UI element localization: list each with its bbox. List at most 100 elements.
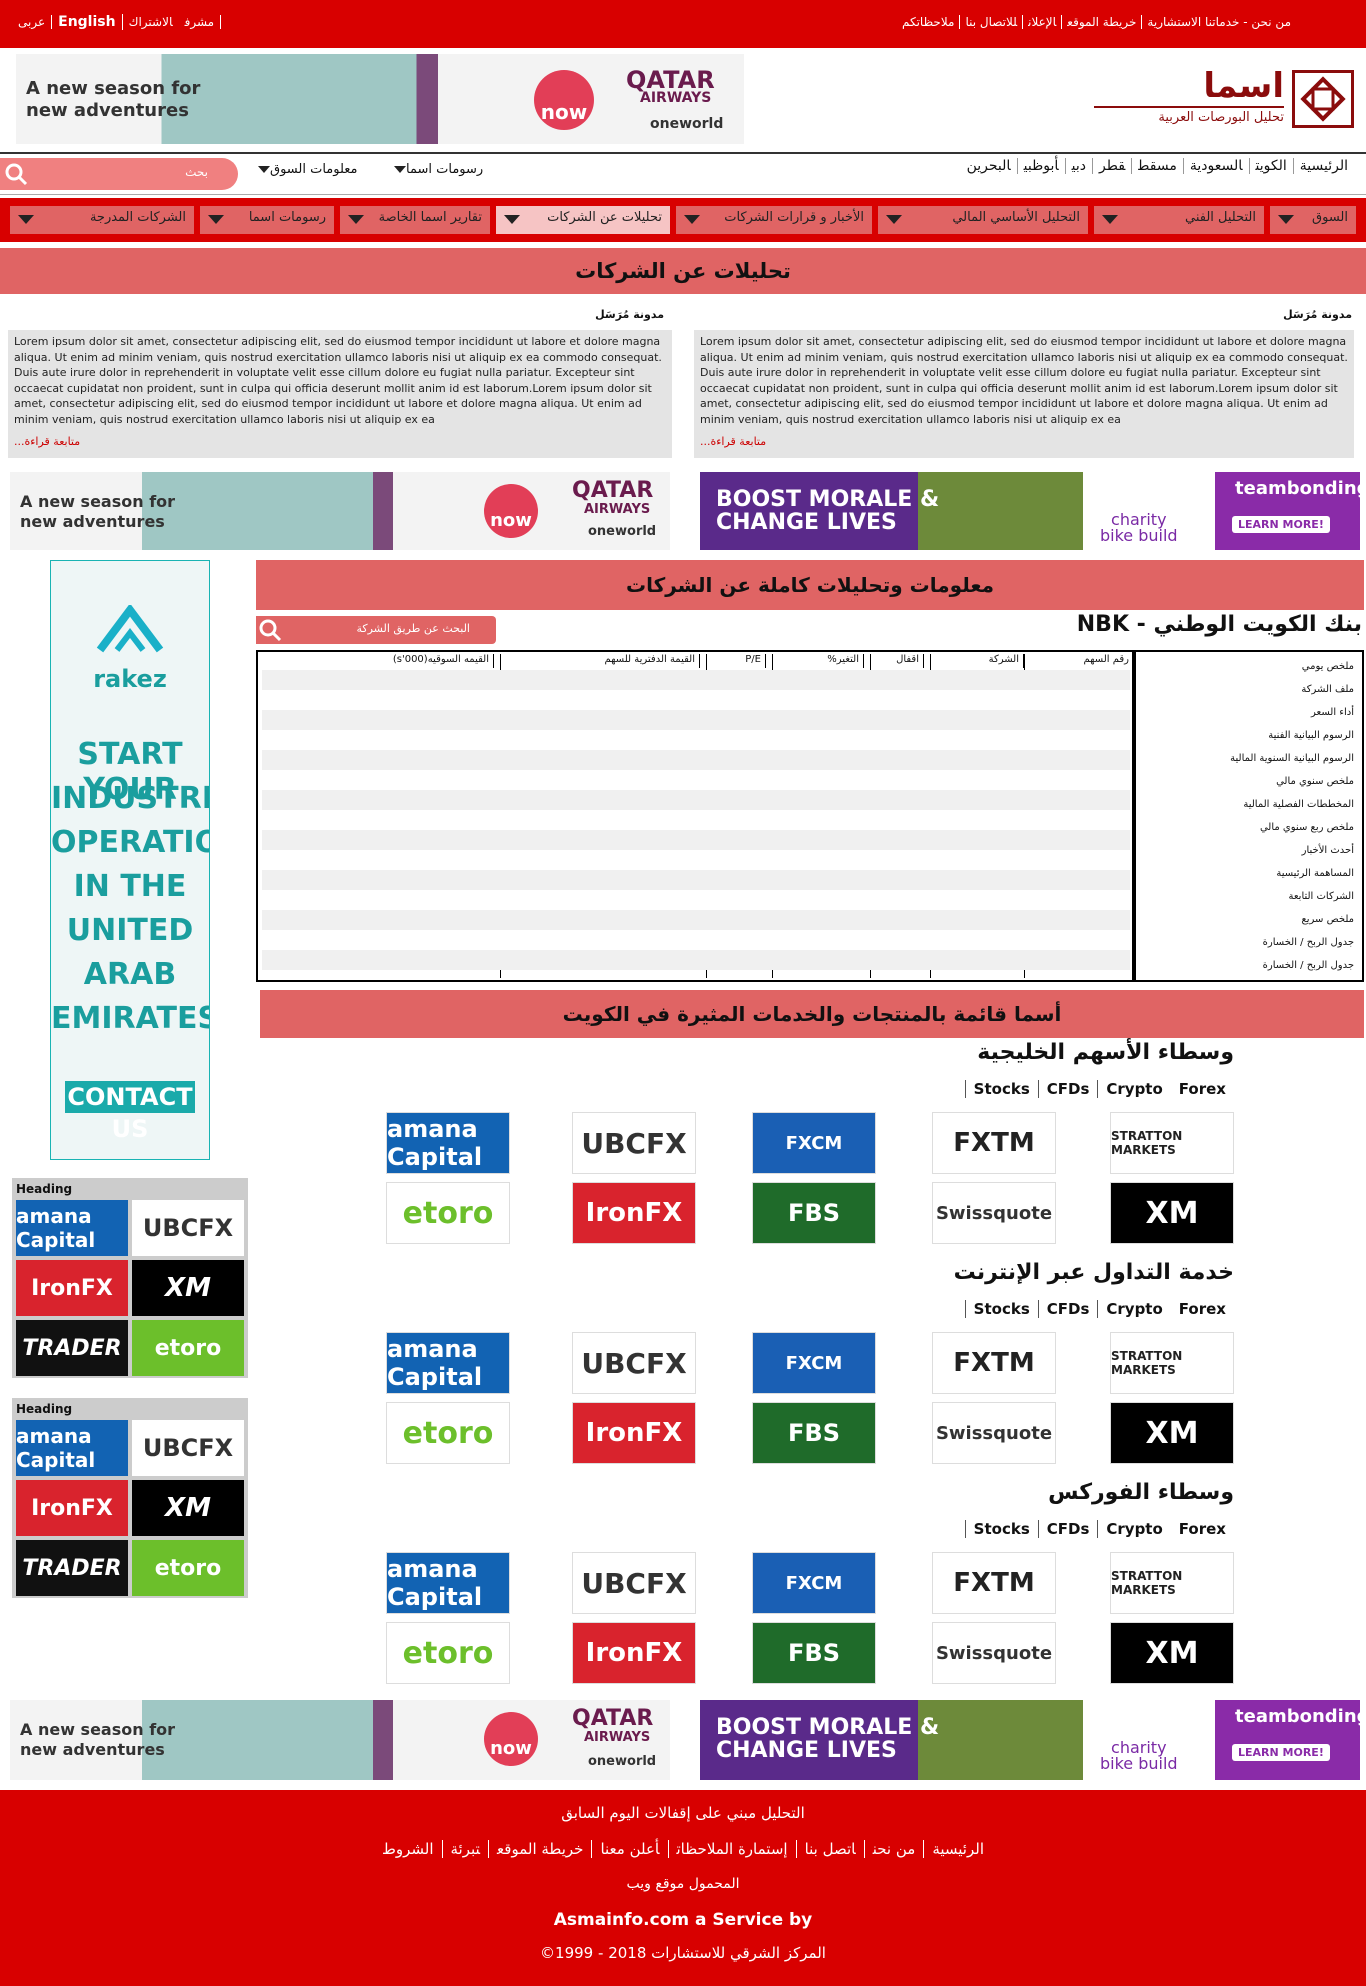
broker-logo-etoro[interactable]: etoro: [132, 1320, 244, 1376]
side-menu-item-annual-summary[interactable]: ملخص سنوي مالي: [1134, 773, 1354, 796]
company-search-input[interactable]: البحث عن طريق الشركة: [256, 616, 496, 644]
broker-logo-ironfx[interactable]: IronFX: [572, 1182, 696, 1244]
side-menu-item-tech-charts[interactable]: الرسوم البيانية الفنية: [1134, 727, 1354, 750]
logo-title[interactable]: اسما: [1203, 66, 1284, 106]
footer-link-disclaimer[interactable]: تبرئة: [441, 1840, 489, 1858]
qatar-airways-ad-top[interactable]: A new season for new adventures now QATA…: [16, 54, 744, 144]
broker-logo-ubcfx[interactable]: UBCFX: [572, 1552, 696, 1614]
broker-logo-stratton-markets[interactable]: STRATTON MARKETS: [1110, 1552, 1234, 1614]
broker-logo-amana[interactable]: amana Capital: [16, 1200, 128, 1256]
broker-logo-etoro[interactable]: etoro: [386, 1402, 510, 1464]
top-link-sitemap[interactable]: خريطة الموقع: [1061, 15, 1142, 29]
rakez-ad[interactable]: rakez START YOUR INDUSTRIAL OPERATIONS I…: [50, 560, 210, 1160]
broker-tab-crypto[interactable]: Crypto: [1097, 1520, 1171, 1538]
broker-logo-xm[interactable]: XM: [132, 1260, 244, 1316]
side-menu-item-quarter-summary[interactable]: ملخص ربع سنوي مالي: [1134, 819, 1354, 842]
country-nav-home[interactable]: الرئيسية: [1292, 158, 1354, 174]
side-menu-item-shareholders[interactable]: المساهمة الرئيسية: [1134, 865, 1354, 888]
lang-arabic-link[interactable]: عربى: [12, 15, 53, 29]
broker-logo-ironfx[interactable]: IronFX: [572, 1622, 696, 1684]
admin-link[interactable]: مشرف: [178, 15, 222, 29]
broker-logo-ironfx[interactable]: IronFX: [16, 1260, 128, 1316]
read-more-link[interactable]: متابعة قراءة...: [14, 434, 666, 450]
broker-tab-cfds[interactable]: CFDs: [1037, 1520, 1098, 1538]
broker-logo-fbs[interactable]: FBS: [752, 1182, 876, 1244]
top-link-feedback[interactable]: ملاحظاتكم: [897, 15, 959, 29]
broker-tab-crypto[interactable]: Crypto: [1097, 1300, 1171, 1318]
broker-logo-amana-capital[interactable]: amana Capital: [386, 1552, 510, 1614]
broker-logo-amana-capital[interactable]: amana Capital: [386, 1332, 510, 1394]
broker-logo-fxcm[interactable]: FXCM: [752, 1552, 876, 1614]
country-nav-dubai[interactable]: دبي: [1064, 158, 1092, 174]
footer-link-feedback[interactable]: إستمارة الملاحظات: [667, 1840, 796, 1858]
broker-logo-ubcfx[interactable]: UBCFX: [132, 1200, 244, 1256]
side-menu-item-daily[interactable]: ملخص يومي: [1134, 658, 1354, 681]
broker-tab-stocks[interactable]: Stocks: [964, 1080, 1038, 1098]
search-icon[interactable]: [4, 162, 28, 186]
search-input[interactable]: بحث: [0, 158, 238, 190]
broker-logo-fxtm[interactable]: FXTM: [932, 1112, 1056, 1174]
logo-icon[interactable]: [1292, 70, 1354, 128]
menu-item-asma-charts[interactable]: رسومات اسما: [200, 206, 334, 234]
side-menu-item-quick[interactable]: ملخص سريع: [1134, 911, 1354, 934]
broker-logo-fbs[interactable]: FBS: [752, 1402, 876, 1464]
learn-more-button[interactable]: LEARN MORE!: [1232, 516, 1330, 533]
learn-more-button[interactable]: LEARN MORE!: [1232, 1744, 1330, 1761]
broker-logo-etoro[interactable]: etoro: [132, 1540, 244, 1596]
broker-tab-crypto[interactable]: Crypto: [1097, 1080, 1171, 1098]
broker-logo-fxcm[interactable]: FXCM: [752, 1332, 876, 1394]
broker-logo-swissquote[interactable]: Swissquote: [932, 1402, 1056, 1464]
top-link-contact[interactable]: للاتصال بنا: [959, 15, 1023, 29]
broker-logo-fxcm[interactable]: FXCM: [752, 1112, 876, 1174]
qatar-airways-ad-bottom[interactable]: A new season for new adventures now QATA…: [10, 1700, 670, 1780]
asma-charts-dropdown[interactable]: رسومات اسما: [386, 162, 483, 177]
country-nav-kuwait[interactable]: الكويت: [1248, 158, 1293, 174]
side-menu-item-profile[interactable]: ملف الشركة: [1134, 681, 1354, 704]
footer-link-terms[interactable]: الشروط: [374, 1840, 442, 1858]
subscribe-link[interactable]: الاشتراك: [123, 15, 179, 29]
broker-tab-cfds[interactable]: CFDs: [1037, 1300, 1098, 1318]
menu-item-market[interactable]: السوق: [1270, 206, 1356, 234]
broker-tab-forex[interactable]: Forex: [1171, 1520, 1234, 1538]
side-menu-item-subsidiaries[interactable]: الشركات التابعة: [1134, 888, 1354, 911]
teambonding-ad[interactable]: BOOST MORALE & CHANGE LIVES charity bike b…: [700, 472, 1360, 550]
broker-logo-amana-capital[interactable]: amana Capital: [386, 1112, 510, 1174]
footer-link-home[interactable]: الرئيسية: [923, 1840, 992, 1858]
side-menu-item-pl-1[interactable]: جدول الربح / الخسارة: [1134, 934, 1354, 957]
menu-item-news[interactable]: الأخبار و قرارات الشركات: [676, 206, 872, 234]
top-link-advertise[interactable]: الإعلان: [1022, 15, 1062, 29]
side-menu-item-annual-charts[interactable]: الرسوم البيانية السنوية المالية: [1134, 750, 1354, 773]
broker-logo-fbs[interactable]: FBS: [752, 1622, 876, 1684]
broker-logo-xm[interactable]: XM: [1110, 1402, 1234, 1464]
blog-title-left[interactable]: مدونة مُرَسَل: [595, 308, 664, 321]
search-icon[interactable]: [258, 618, 282, 642]
broker-logo-amana[interactable]: amana Capital: [16, 1420, 128, 1476]
menu-item-asma-reports[interactable]: تقارير اسما الخاصة: [340, 206, 490, 234]
footer-link-about[interactable]: من نحن: [863, 1840, 924, 1858]
side-menu-item-quarter-charts[interactable]: المخططات الفصلية المالية: [1134, 796, 1354, 819]
broker-logo-xm[interactable]: XM: [132, 1480, 244, 1536]
broker-logo-swissquote[interactable]: Swissquote: [932, 1182, 1056, 1244]
broker-logo-12trader[interactable]: TRADER: [16, 1540, 128, 1596]
broker-logo-ubcfx[interactable]: UBCFX: [572, 1332, 696, 1394]
side-menu-item-news[interactable]: أحدث الأخبار: [1134, 842, 1354, 865]
broker-logo-ubcfx[interactable]: UBCFX: [572, 1112, 696, 1174]
menu-item-listed-companies[interactable]: الشركات المدرجة: [10, 206, 194, 234]
broker-tab-cfds[interactable]: CFDs: [1037, 1080, 1098, 1098]
broker-logo-swissquote[interactable]: Swissquote: [932, 1622, 1056, 1684]
read-more-link[interactable]: متابعة قراءة...: [700, 434, 1348, 450]
broker-tab-stocks[interactable]: Stocks: [964, 1520, 1038, 1538]
footer-link-sitemap[interactable]: خريطة الموقع: [488, 1840, 592, 1858]
country-nav-muscat[interactable]: مسقط: [1131, 158, 1183, 174]
country-nav-saudi[interactable]: السعودية: [1182, 158, 1249, 174]
country-nav-qatar[interactable]: قطر: [1092, 158, 1132, 174]
footer-mobile-link[interactable]: المحمول موقع ويب: [0, 1876, 1366, 1892]
lang-english-link[interactable]: English: [52, 14, 123, 30]
side-menu-item-price[interactable]: أداء السعر: [1134, 704, 1354, 727]
broker-logo-fxtm[interactable]: FXTM: [932, 1552, 1056, 1614]
menu-item-technical[interactable]: التحليل الفني: [1094, 206, 1264, 234]
broker-tab-forex[interactable]: Forex: [1171, 1300, 1234, 1318]
footer-link-advertise[interactable]: أعلن معنا: [591, 1840, 668, 1858]
teambonding-ad-bottom[interactable]: BOOST MORALE & CHANGE LIVES charity bike b…: [700, 1700, 1360, 1780]
country-nav-abudhabi[interactable]: أبوظبي: [1016, 158, 1065, 174]
